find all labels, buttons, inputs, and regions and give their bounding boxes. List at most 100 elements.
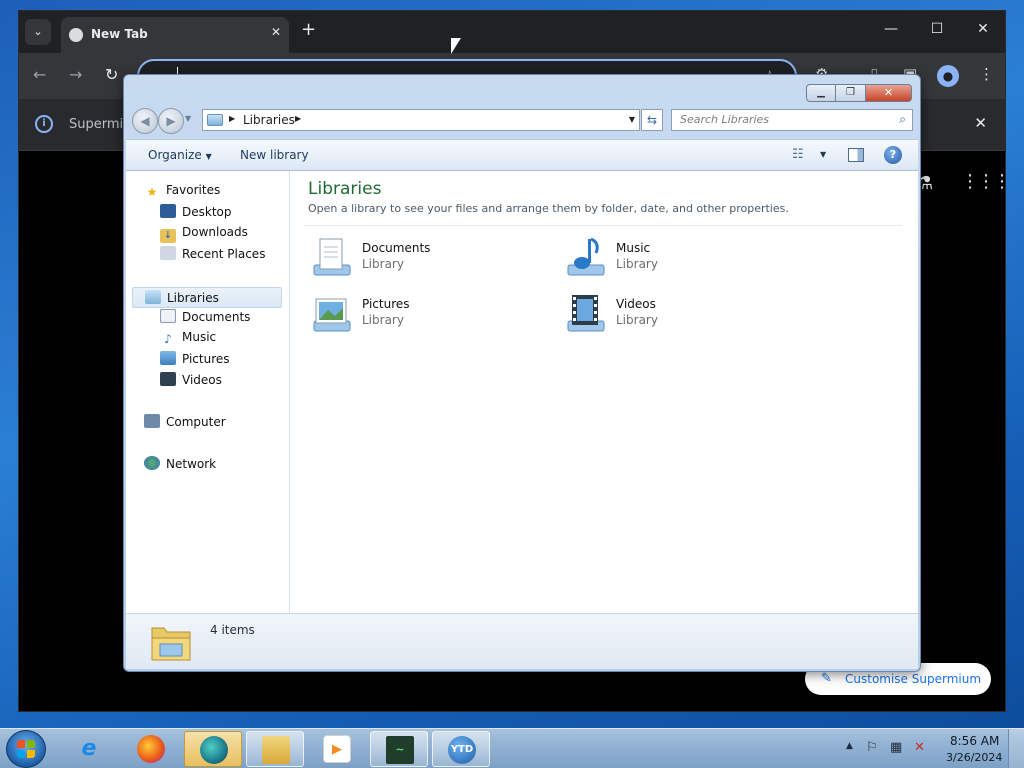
- apps-grid-icon[interactable]: ⋮⋮⋮: [961, 171, 1011, 192]
- taskbar-internet-explorer[interactable]: e: [60, 731, 118, 767]
- action-center-flag-icon[interactable]: ⚐: [866, 740, 878, 755]
- refresh-icon[interactable]: ⇆: [641, 109, 663, 131]
- desktop-icon: [160, 204, 176, 218]
- profile-icon[interactable]: ●: [937, 65, 959, 87]
- media-player-icon: ▶: [323, 735, 351, 763]
- clock-date[interactable]: 3/26/2024: [946, 751, 1002, 764]
- search-input[interactable]: Search Libraries ⌕: [671, 109, 913, 131]
- nav-label: Recent Places: [182, 247, 266, 261]
- start-button[interactable]: [6, 730, 46, 768]
- page-subtitle: Open a library to see your files and arr…: [308, 202, 789, 215]
- explorer-window: ▁ ❐ ✕ ◀ ▶ ▼ ▶ Libraries ▶ ▼ ⇆ Search Lib…: [123, 74, 921, 672]
- address-bar[interactable]: ▶ Libraries ▶ ▼: [202, 109, 640, 131]
- nav-favorites[interactable]: ★ Favorites: [144, 183, 221, 203]
- tab-strip: ⌄ New Tab ✕ + — ☐ ✕: [19, 11, 1005, 53]
- recent-pages-chevron-icon[interactable]: ▼: [185, 114, 191, 123]
- tab-new-tab[interactable]: New Tab ✕: [61, 17, 289, 53]
- nav-item-music[interactable]: ♪ Music: [160, 330, 216, 350]
- videos-icon: [160, 372, 176, 386]
- organize-label: Organize: [148, 148, 202, 162]
- taskbar-media-player[interactable]: ▶: [308, 731, 366, 767]
- back-icon[interactable]: ←: [33, 65, 46, 84]
- breadcrumb-libraries[interactable]: Libraries: [243, 113, 295, 127]
- help-icon[interactable]: ?: [884, 146, 902, 164]
- computer-icon: [144, 414, 160, 428]
- close-icon[interactable]: ✕: [866, 84, 912, 102]
- supermium-icon: [200, 736, 228, 764]
- browser-close-icon[interactable]: ✕: [973, 21, 993, 37]
- tab-close-icon[interactable]: ✕: [271, 25, 281, 39]
- pictures-icon: [160, 351, 176, 365]
- nav-label: Downloads: [182, 225, 248, 239]
- info-bar-close-icon[interactable]: ✕: [974, 114, 987, 132]
- navigation-pane: ★ Favorites Desktop ↓ Downloads Recent Pla…: [126, 171, 290, 613]
- command-bar: Organize ▼ New library ☷ ▼ ?: [126, 139, 918, 171]
- library-type: Library: [362, 313, 404, 327]
- menu-icon[interactable]: ⋮: [979, 65, 994, 83]
- library-item-documents[interactable]: Documents Library: [308, 233, 538, 283]
- clock-time[interactable]: 8:56 AM: [950, 734, 999, 748]
- change-view-icon[interactable]: ☷: [792, 147, 804, 162]
- browser-maximize-icon[interactable]: ☐: [927, 21, 947, 37]
- new-tab-button[interactable]: +: [301, 19, 316, 40]
- nav-label: Libraries: [167, 291, 219, 305]
- nav-item-videos[interactable]: Videos: [160, 372, 222, 392]
- library-type: Library: [616, 257, 658, 271]
- nav-item-desktop[interactable]: Desktop: [160, 204, 232, 224]
- taskbar-task-manager[interactable]: ~: [370, 731, 428, 767]
- show-desktop-button[interactable]: [1008, 729, 1024, 768]
- music-library-icon: [567, 237, 605, 276]
- explorer-back-icon[interactable]: ◀: [132, 108, 158, 134]
- volume-muted-icon[interactable]: ✕: [914, 740, 925, 755]
- nav-item-documents[interactable]: Documents: [160, 309, 250, 329]
- windows-logo-icon: [17, 740, 35, 758]
- nav-item-recent-places[interactable]: Recent Places: [160, 246, 265, 266]
- minimize-icon[interactable]: ▁: [806, 84, 836, 102]
- taskbar-supermium[interactable]: [184, 731, 242, 767]
- library-name: Pictures: [362, 297, 410, 311]
- reload-icon[interactable]: ↻: [105, 65, 118, 84]
- tab-favicon-icon: [69, 28, 83, 42]
- breadcrumb-arrow-icon[interactable]: ▶: [229, 114, 235, 123]
- library-name: Music: [616, 241, 651, 255]
- taskbar-ytd[interactable]: YTD: [432, 731, 490, 767]
- breadcrumb-arrow-icon[interactable]: ▶: [295, 114, 301, 123]
- mouse-cursor-icon: [451, 38, 461, 54]
- tab-title: New Tab: [91, 27, 148, 41]
- nav-network[interactable]: Network: [144, 456, 216, 476]
- new-library-button[interactable]: New library: [240, 148, 309, 162]
- libraries-folder-icon: [151, 627, 191, 661]
- library-item-videos[interactable]: Videos Library: [562, 289, 792, 339]
- nav-label: Favorites: [166, 183, 221, 197]
- library-name: Videos: [616, 297, 656, 311]
- nav-computer[interactable]: Computer: [144, 414, 226, 434]
- search-icon[interactable]: ⌕: [899, 112, 906, 127]
- taskbar-explorer[interactable]: [246, 731, 304, 767]
- explorer-forward-icon[interactable]: ▶: [158, 108, 184, 134]
- nav-item-downloads[interactable]: ↓ Downloads: [160, 225, 248, 245]
- maximize-icon[interactable]: ❐: [836, 84, 866, 102]
- nav-label: Desktop: [182, 205, 232, 219]
- forward-icon[interactable]: →: [69, 65, 82, 84]
- address-dropdown-icon[interactable]: ▼: [629, 115, 635, 124]
- network-tray-icon[interactable]: ▦: [890, 740, 902, 755]
- library-type: Library: [616, 313, 658, 327]
- details-pane: 4 items: [126, 613, 918, 669]
- nav-label: Music: [182, 330, 217, 344]
- browser-minimize-icon[interactable]: —: [881, 21, 901, 37]
- content-pane: Libraries Open a library to see your fil…: [290, 171, 918, 613]
- library-item-pictures[interactable]: Pictures Library: [308, 289, 538, 339]
- library-name: Documents: [362, 241, 431, 255]
- library-item-music[interactable]: Music Library: [562, 233, 792, 283]
- nav-label: Network: [166, 457, 217, 471]
- taskbar-firefox[interactable]: [122, 731, 180, 767]
- network-icon: [144, 456, 160, 470]
- organize-button[interactable]: Organize ▼: [148, 148, 212, 162]
- nav-item-pictures[interactable]: Pictures: [160, 351, 230, 371]
- show-hidden-icons-icon[interactable]: ▲: [846, 741, 853, 751]
- view-options-chevron-icon[interactable]: ▼: [820, 150, 826, 159]
- preview-pane-icon[interactable]: [848, 148, 864, 162]
- tab-search-icon[interactable]: ⌄: [25, 19, 51, 45]
- nav-libraries[interactable]: Libraries: [132, 287, 282, 308]
- nav-label: Computer: [166, 415, 226, 429]
